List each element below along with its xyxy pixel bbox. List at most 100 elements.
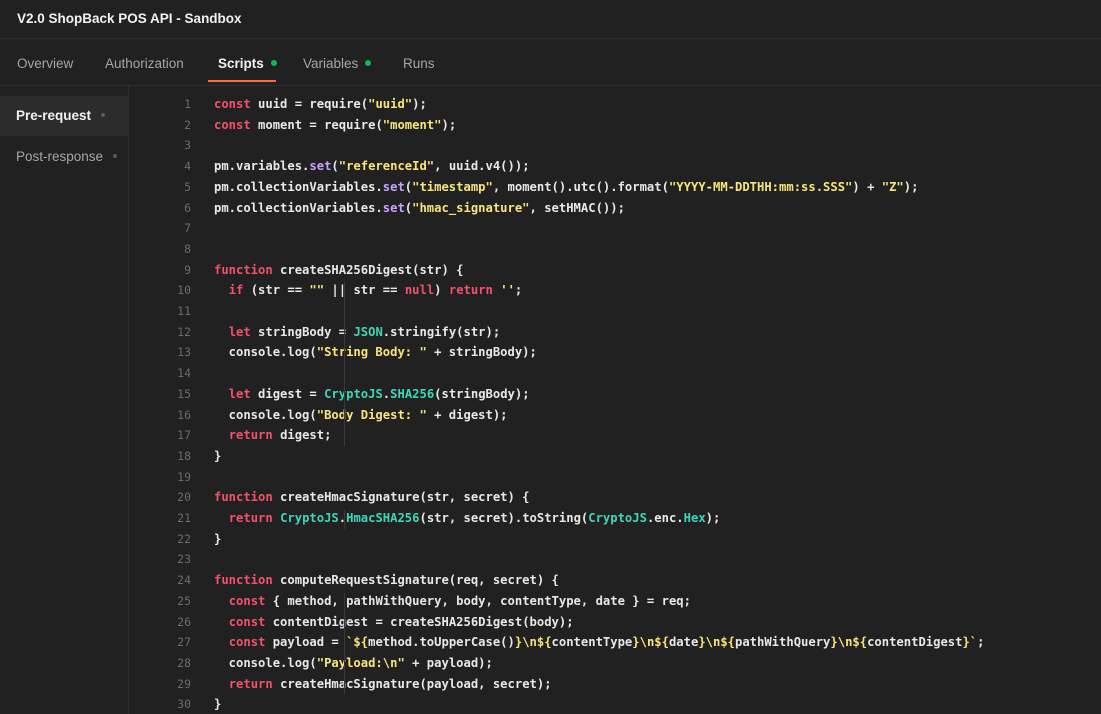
code-text: pm.collectionVariables.set("timestamp", … <box>214 179 919 194</box>
code-line[interactable]: 22} <box>129 529 1101 550</box>
line-number: 29 <box>177 676 191 691</box>
code-line[interactable]: 13 console.log("String Body: " + stringB… <box>129 342 1101 363</box>
line-number: 10 <box>177 283 191 298</box>
code-text: let digest = CryptoJS.SHA256(stringBody)… <box>228 386 530 401</box>
indent-guide <box>344 282 345 446</box>
dot-icon <box>113 154 118 159</box>
code-line[interactable]: 14 <box>129 363 1101 384</box>
line-number: 23 <box>177 552 191 567</box>
line-number: 16 <box>177 407 191 422</box>
code-line[interactable]: 6 pm.collectionVariables.set("hmac_signat… <box>129 198 1101 219</box>
collection-title: V2.0 ShopBack POS API - Sandbox <box>17 11 242 26</box>
code-text: const { method, pathWithQuery, body, con… <box>228 593 691 608</box>
active-tab-indicator <box>208 80 276 82</box>
code-line[interactable]: 23 <box>129 549 1101 570</box>
code-line[interactable]: 9 function createSHA256Digest(str) { <box>129 260 1101 281</box>
code-text: function computeRequestSignature(req, se… <box>214 573 559 588</box>
tab-runs[interactable]: Runs <box>403 56 435 71</box>
tab-bar: Overview Authorization Scripts Variables… <box>0 40 1101 86</box>
status-dot-icon <box>365 60 372 67</box>
code-line[interactable]: 15 let digest = CryptoJS.SHA256(stringBo… <box>129 384 1101 405</box>
code-line[interactable]: 27 const payload = `${method.toUpperCase… <box>129 632 1101 653</box>
sidebar-item-post-response[interactable]: Post-response <box>0 137 128 177</box>
code-text: pm.collectionVariables.set("hmac_signatu… <box>214 200 625 215</box>
tab-label: Runs <box>403 56 435 71</box>
script-sidebar: Pre-request Post-response <box>0 86 129 714</box>
code-line[interactable]: 11 <box>129 301 1101 322</box>
line-number: 9 <box>184 262 191 277</box>
sidebar-item-label: Post-response <box>16 149 104 164</box>
line-number: 28 <box>177 655 191 670</box>
status-dot-icon <box>270 60 277 67</box>
line-number: 27 <box>177 635 191 650</box>
line-number: 7 <box>184 221 191 236</box>
code-line[interactable]: 8 <box>129 239 1101 260</box>
code-line[interactable]: 4 pm.variables.set("referenceId", uuid.v4… <box>129 156 1101 177</box>
code-line[interactable]: 2 const moment = require("moment"); <box>129 115 1101 136</box>
code-text: function createHmacSignature(str, secret… <box>214 490 530 505</box>
code-text: const payload = `${method.toUpperCase()}… <box>228 635 985 650</box>
indent-guide <box>344 592 345 695</box>
code-text: console.log("Body Digest: " + digest); <box>214 407 508 422</box>
line-number: 20 <box>177 490 191 505</box>
code-text: const contentDigest = createSHA256Digest… <box>228 614 574 629</box>
code-line[interactable]: 1 const uuid = require("uuid"); <box>129 94 1101 115</box>
code-line[interactable]: 20 function createHmacSignature(str, secr… <box>129 487 1101 508</box>
code-text: pm.variables.set("referenceId", uuid.v4(… <box>214 159 530 174</box>
tab-label: Overview <box>17 56 74 71</box>
code-text: let stringBody = JSON.stringify(str); <box>228 324 501 339</box>
line-number: 22 <box>177 531 191 546</box>
tab-label: Authorization <box>105 56 184 71</box>
code-line[interactable]: 17 return digest; <box>129 425 1101 446</box>
line-number: 21 <box>177 511 191 525</box>
code-line[interactable]: 18} <box>129 446 1101 467</box>
code-line[interactable]: 25 const { method, pathWithQuery, body, … <box>129 591 1101 612</box>
tab-label: Scripts <box>218 56 264 71</box>
code-line[interactable]: 16 console.log("Body Digest: " + digest)… <box>129 405 1101 426</box>
line-number: 1 <box>184 97 191 111</box>
line-number: 12 <box>177 324 191 339</box>
line-number: 4 <box>184 159 191 174</box>
sidebar-item-pre-request[interactable]: Pre-request <box>0 96 128 136</box>
code-line[interactable]: 12 let stringBody = JSON.stringify(str); <box>129 322 1101 343</box>
line-number: 15 <box>177 386 191 401</box>
tab-authorization[interactable]: Authorization <box>105 56 184 71</box>
code-line[interactable]: 7 <box>129 218 1101 239</box>
code-line[interactable]: 26 const contentDigest = createSHA256Dig… <box>129 612 1101 633</box>
code-text: if (str == "" || str == null) return ''; <box>228 283 523 298</box>
line-number: 5 <box>184 179 191 194</box>
line-number: 13 <box>177 345 191 360</box>
code-line[interactable]: 24 function computeRequestSignature(req, … <box>129 570 1101 591</box>
code-line[interactable]: 29 return createHmacSignature(payload, s… <box>129 674 1101 695</box>
code-line[interactable]: 28 console.log("Payload:\n" + payload); <box>129 653 1101 674</box>
tab-variables[interactable]: Variables <box>303 56 372 71</box>
line-number: 8 <box>184 241 191 256</box>
code-line[interactable]: 5 pm.collectionVariables.set("timestamp",… <box>129 177 1101 198</box>
indent-guide <box>344 510 345 529</box>
code-line[interactable]: 3 <box>129 135 1101 156</box>
code-line[interactable]: 19 <box>129 467 1101 488</box>
line-number: 2 <box>184 117 191 132</box>
code-text: const moment = require("moment"); <box>214 117 457 132</box>
code-text: const uuid = require("uuid"); <box>214 97 427 111</box>
code-text: } <box>214 448 222 463</box>
code-text: function createSHA256Digest(str) { <box>214 262 464 277</box>
code-text: return createHmacSignature(payload, secr… <box>228 676 552 691</box>
tab-overview[interactable]: Overview <box>17 56 73 71</box>
code-line[interactable]: 21 return CryptoJS.HmacSHA256(str, secre… <box>129 508 1101 529</box>
code-text: } <box>214 697 222 712</box>
code-editor[interactable]: 1 const uuid = require("uuid"); 2 const mom… <box>129 94 1101 714</box>
line-number: 3 <box>184 138 191 153</box>
line-number: 14 <box>177 366 191 381</box>
line-number: 30 <box>177 697 191 712</box>
code-text: return digest; <box>228 428 332 443</box>
code-text: return CryptoJS.HmacSHA256(str, secret).… <box>228 511 721 525</box>
code-line[interactable]: 10 if (str == "" || str == null) return … <box>129 280 1101 301</box>
line-number: 17 <box>177 428 191 443</box>
code-text: console.log("Payload:\n" + payload); <box>214 655 493 670</box>
tab-label: Variables <box>303 56 359 71</box>
code-line[interactable]: 30} <box>129 694 1101 714</box>
line-number: 11 <box>177 304 191 318</box>
code-text: } <box>214 531 222 546</box>
tab-scripts[interactable]: Scripts <box>218 56 277 71</box>
